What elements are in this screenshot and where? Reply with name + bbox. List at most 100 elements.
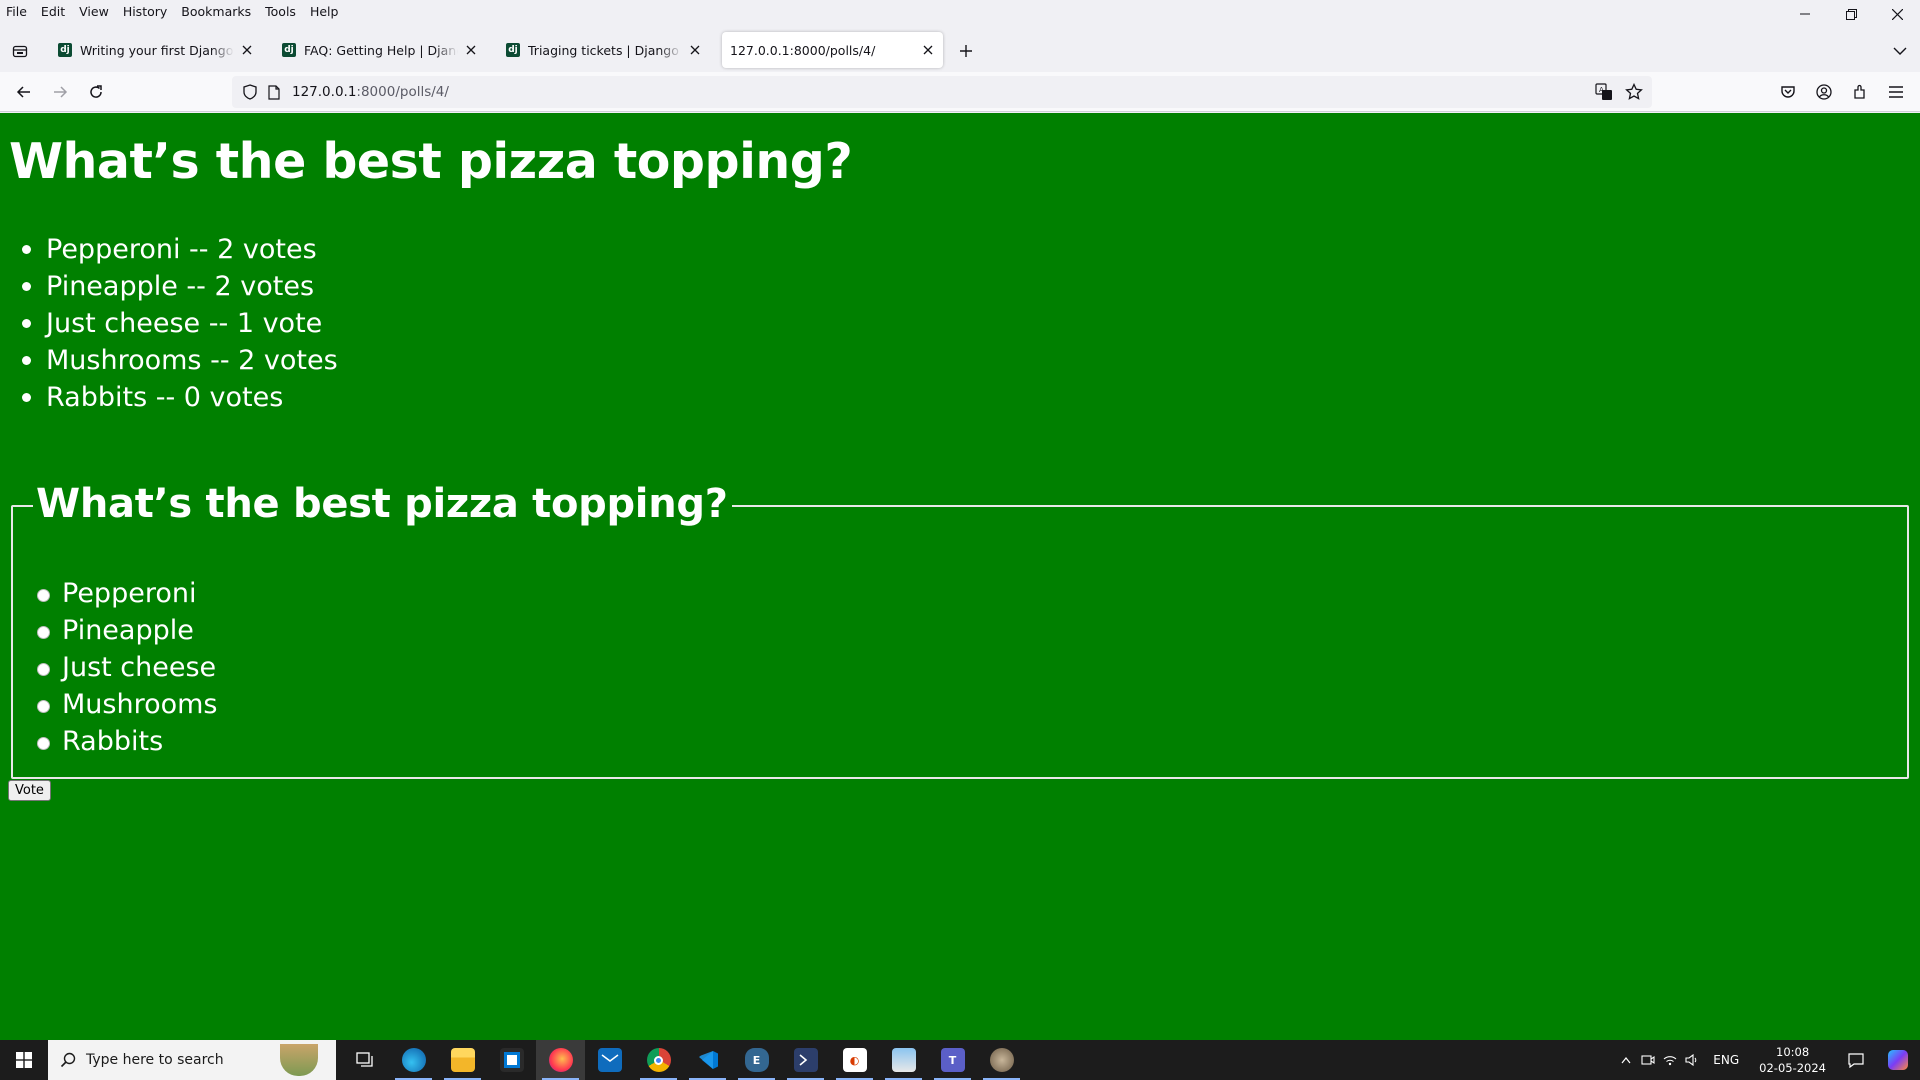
hamburger-menu-icon[interactable] <box>1882 78 1910 106</box>
choice-pepperoni[interactable]: Pepperoni <box>37 575 218 612</box>
radio-button[interactable] <box>37 663 50 676</box>
menu-help[interactable]: Help <box>303 4 346 19</box>
radio-button[interactable] <box>37 626 50 639</box>
postgresql-icon[interactable]: E <box>732 1040 781 1080</box>
choice-mushrooms[interactable]: Mushrooms <box>37 686 218 723</box>
back-icon[interactable] <box>10 78 38 106</box>
translate-icon[interactable]: A <box>1592 80 1616 104</box>
close-tab-icon[interactable] <box>236 39 258 61</box>
new-tab-icon[interactable] <box>954 39 978 63</box>
tab-title: Triaging tickets | Django documentation <box>528 42 682 58</box>
results-list: Pepperoni -- 2 votes Pineapple -- 2 vote… <box>22 231 338 416</box>
radio-button[interactable] <box>37 700 50 713</box>
task-view-icon[interactable] <box>340 1040 389 1080</box>
teams-icon[interactable]: T <box>928 1040 977 1080</box>
network-icon[interactable] <box>1659 1040 1681 1080</box>
file-explorer-icon[interactable] <box>438 1040 487 1080</box>
bullet-icon <box>22 245 31 254</box>
navigation-toolbar: 127.0.0.1:8000/polls/4/ A <box>0 72 1920 112</box>
windows-taskbar: Type here to search E ◐ T ENG 10:08 02-0… <box>0 1040 1920 1080</box>
vote-button[interactable]: Vote <box>8 780 51 801</box>
tab-polls-active[interactable]: 127.0.0.1:8000/polls/4/ <box>722 32 943 68</box>
microsoft-store-icon[interactable] <box>487 1040 536 1080</box>
question-heading: What’s the best pizza topping? <box>9 133 853 190</box>
choice-label[interactable]: Mushrooms <box>62 689 218 720</box>
menu-file[interactable]: File <box>0 4 34 19</box>
window-controls <box>1782 0 1920 28</box>
choice-label[interactable]: Rabbits <box>62 726 163 757</box>
menu-bookmarks[interactable]: Bookmarks <box>174 4 258 19</box>
forward-icon[interactable] <box>46 78 74 106</box>
result-text: Rabbits -- 0 votes <box>46 382 284 413</box>
close-tab-icon[interactable] <box>460 39 482 61</box>
vote-fieldset: What’s the best pizza topping? Pepperoni… <box>11 481 1909 779</box>
clock-time: 10:08 <box>1776 1045 1810 1059</box>
volume-icon[interactable] <box>1681 1040 1703 1080</box>
page-info-icon[interactable] <box>264 82 284 102</box>
result-text: Just cheese -- 1 vote <box>46 308 323 339</box>
notifications-icon[interactable] <box>1836 1052 1876 1068</box>
bullet-icon <box>22 393 31 402</box>
close-tab-icon[interactable] <box>684 39 706 61</box>
choice-rabbits[interactable]: Rabbits <box>37 723 218 760</box>
reload-icon[interactable] <box>82 78 110 106</box>
document-app-icon[interactable]: ◐ <box>830 1040 879 1080</box>
choice-label[interactable]: Just cheese <box>62 652 216 683</box>
show-hidden-icons-chevron-icon[interactable] <box>1615 1040 1637 1080</box>
bookmark-star-icon[interactable] <box>1622 80 1646 104</box>
gimp-icon[interactable] <box>977 1040 1026 1080</box>
minimize-icon[interactable] <box>1782 0 1828 28</box>
chrome-icon[interactable] <box>634 1040 683 1080</box>
edge-icon[interactable] <box>389 1040 438 1080</box>
menu-view[interactable]: View <box>72 4 116 19</box>
choice-pineapple[interactable]: Pineapple <box>37 612 218 649</box>
url-path: :8000/polls/4/ <box>356 84 449 100</box>
input-language[interactable]: ENG <box>1703 1053 1749 1067</box>
page-content: What’s the best pizza topping? Pepperoni… <box>0 113 1920 1040</box>
tracking-protection-shield-icon[interactable] <box>240 82 260 102</box>
list-item: Pepperoni -- 2 votes <box>22 231 338 268</box>
tab-title: 127.0.0.1:8000/polls/4/ <box>730 42 876 58</box>
choice-label[interactable]: Pepperoni <box>62 578 196 609</box>
copilot-icon[interactable] <box>1876 1050 1920 1070</box>
mail-icon[interactable] <box>585 1040 634 1080</box>
list-item: Just cheese -- 1 vote <box>22 305 338 342</box>
extensions-icon[interactable] <box>1846 78 1874 106</box>
system-tray: ENG 10:08 02-05-2024 <box>1615 1040 1920 1080</box>
list-item: Rabbits -- 0 votes <box>22 379 338 416</box>
restore-icon[interactable] <box>1828 0 1874 28</box>
close-window-icon[interactable] <box>1874 0 1920 28</box>
choice-label[interactable]: Pineapple <box>62 615 194 646</box>
search-icon <box>60 1052 76 1068</box>
pocket-icon[interactable] <box>1774 78 1802 106</box>
menu-history[interactable]: History <box>116 4 174 19</box>
tab-django-tutorial[interactable]: dj Writing your first Django app, part 4 <box>48 32 262 68</box>
close-tab-icon[interactable] <box>917 39 939 61</box>
taskbar-search[interactable]: Type here to search <box>48 1040 336 1080</box>
windows-start-icon[interactable] <box>0 1040 48 1080</box>
menu-edit[interactable]: Edit <box>34 4 72 19</box>
account-icon[interactable] <box>1810 78 1838 106</box>
photos-icon[interactable] <box>879 1040 928 1080</box>
choice-list: Pepperoni Pineapple Just cheese Mushroom… <box>37 575 218 760</box>
tab-title: Writing your first Django app, part 4 <box>80 42 234 58</box>
choice-just-cheese[interactable]: Just cheese <box>37 649 218 686</box>
vscode-icon[interactable] <box>683 1040 732 1080</box>
tab-django-faq[interactable]: dj FAQ: Getting Help | Django documentat… <box>272 32 486 68</box>
address-bar[interactable]: 127.0.0.1:8000/polls/4/ A <box>232 76 1652 108</box>
tab-triaging-tickets[interactable]: dj Triaging tickets | Django documentati… <box>496 32 710 68</box>
list-item: Pineapple -- 2 votes <box>22 268 338 305</box>
firefox-view-icon[interactable] <box>8 39 32 63</box>
firefox-icon[interactable] <box>536 1040 585 1080</box>
meet-now-icon[interactable] <box>1637 1040 1659 1080</box>
bullet-icon <box>22 319 31 328</box>
radio-button[interactable] <box>37 737 50 750</box>
menu-bar: File Edit View History Bookmarks Tools H… <box>0 0 1920 22</box>
powershell-icon[interactable] <box>781 1040 830 1080</box>
radio-button[interactable] <box>37 589 50 602</box>
list-all-tabs-icon[interactable] <box>1888 39 1912 63</box>
menu-tools[interactable]: Tools <box>258 4 303 19</box>
fieldset-legend: What’s the best pizza topping? <box>33 481 732 527</box>
result-text: Mushrooms -- 2 votes <box>46 345 338 376</box>
clock[interactable]: 10:08 02-05-2024 <box>1749 1044 1836 1076</box>
